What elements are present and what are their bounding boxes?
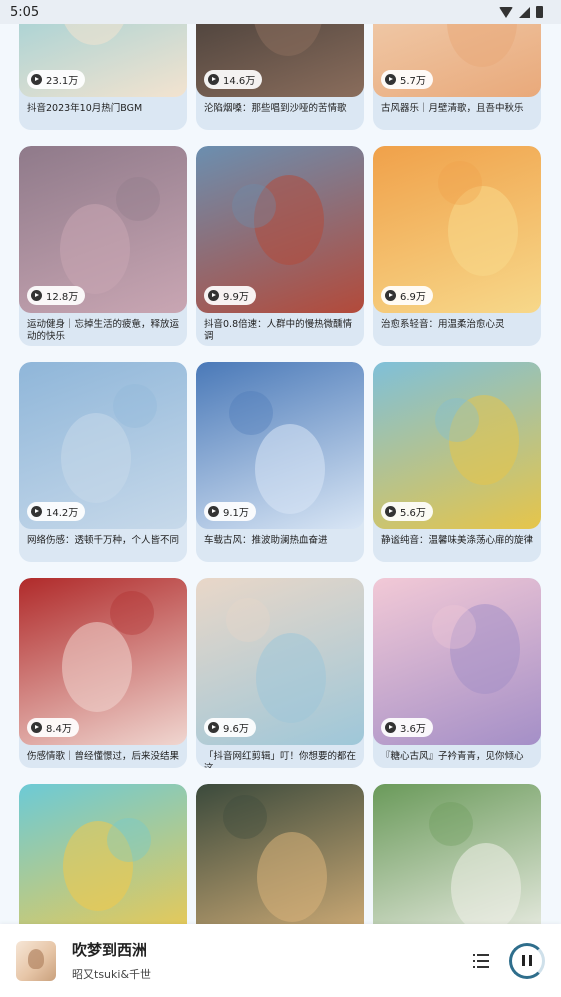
track-info[interactable]: 吹梦到西洲 昭又tsuki&千世: [72, 939, 473, 982]
playlist-grid: 23.1万抖音2023年10月热门BGM 14.6万沦陷烟嗓：那些唱到沙哑的苦情歌…: [19, 0, 542, 997]
pause-icon: [522, 955, 525, 966]
play-count-badge: 8.4万: [27, 718, 79, 737]
play-count: 9.9万: [223, 292, 249, 303]
play-count: 9.1万: [223, 508, 249, 519]
playlist-title: 『糖心古风』子衿青青，见你倾心: [381, 751, 524, 762]
battery-icon: [536, 6, 543, 18]
play-count: 5.7万: [400, 76, 426, 87]
playlist-title: 「抖音网红剪辑」叮！你想要的都在这: [204, 751, 357, 768]
playlist-title: 抖音2023年10月热门BGM: [27, 103, 143, 114]
playlist-title: 静谧纯音：温馨味美涤荡心扉的旋律: [381, 535, 534, 546]
playlist-card[interactable]: 9.9万抖音0.8倍速：人群中的慢热微醺情调: [196, 146, 364, 346]
play-icon: [208, 74, 219, 85]
play-icon: [208, 290, 219, 301]
play-icon: [385, 74, 396, 85]
playlist-title: 沦陷烟嗓：那些唱到沙哑的苦情歌: [204, 103, 347, 114]
playlist-title: 抖音0.8倍速：人群中的慢热微醺情调: [204, 319, 353, 342]
playlist-card[interactable]: 9.6万「抖音网红剪辑」叮！你想要的都在这: [196, 578, 364, 768]
playlist-title: 伤感情歌｜曾经懂憬过，后来没结果: [27, 751, 180, 762]
play-count-badge: 9.9万: [204, 286, 256, 305]
wifi-icon: [499, 6, 513, 18]
play-count-badge: 12.8万: [27, 286, 86, 305]
pause-button[interactable]: [509, 942, 545, 979]
play-count: 6.9万: [400, 292, 426, 303]
play-count: 12.8万: [46, 292, 79, 303]
playlist-cover-image[interactable]: 3.6万: [373, 578, 541, 745]
play-count: 14.2万: [46, 508, 79, 519]
play-icon: [31, 722, 42, 733]
mini-player[interactable]: 吹梦到西洲 昭又tsuki&千世: [0, 924, 561, 997]
playlist-title: 网络伤感：透顿千万种，个人皆不同: [27, 535, 180, 546]
playlist-card[interactable]: 9.1万车载古风：推波助澜热血奋进: [196, 362, 364, 562]
playlist-cover-image[interactable]: 9.6万: [196, 578, 364, 745]
playlist-cover-image[interactable]: 14.2万: [19, 362, 187, 529]
playlist-cover-image[interactable]: 9.9万: [196, 146, 364, 313]
playlist-cover-image[interactable]: 6.9万: [373, 146, 541, 313]
play-count-badge: 3.6万: [381, 718, 433, 737]
play-icon: [385, 290, 396, 301]
play-count: 8.4万: [46, 724, 72, 735]
play-count-badge: 14.6万: [204, 70, 263, 89]
play-count-badge: 5.6万: [381, 502, 433, 521]
play-count: 3.6万: [400, 724, 426, 735]
queue-list-icon[interactable]: [473, 952, 495, 970]
playlist-cover-image[interactable]: 12.8万: [19, 146, 187, 313]
playlist-title: 古风器乐｜月壁清歌，且吾中秋乐: [381, 103, 524, 114]
play-icon: [31, 74, 42, 85]
play-icon: [208, 506, 219, 517]
status-time: 5:05: [10, 4, 40, 20]
play-count: 9.6万: [223, 724, 249, 735]
play-count-badge: 6.9万: [381, 286, 433, 305]
track-artist: 昭又tsuki&千世: [72, 968, 152, 981]
play-count-badge: 9.6万: [204, 718, 256, 737]
playlist-card[interactable]: 14.2万网络伤感：透顿千万种，个人皆不同: [19, 362, 187, 562]
play-icon: [31, 506, 42, 517]
status-bar: 5:05: [0, 0, 561, 24]
track-title: 吹梦到西洲: [72, 941, 148, 959]
playlist-cover-image[interactable]: 5.6万: [373, 362, 541, 529]
playlist-card[interactable]: 12.8万运动健身｜忘掉生活的疲惫，释放运动的快乐: [19, 146, 187, 346]
play-count-badge: 23.1万: [27, 70, 86, 89]
playlist-title: 运动健身｜忘掉生活的疲惫，释放运动的快乐: [27, 319, 180, 342]
playlist-card[interactable]: 5.6万静谧纯音：温馨味美涤荡心扉的旋律: [373, 362, 541, 562]
play-count-badge: 9.1万: [204, 502, 256, 521]
playlist-cover-image[interactable]: 8.4万: [19, 578, 187, 745]
signal-icon: [519, 6, 530, 18]
playlist-title: 治愈系轻音：用温柔治愈心灵: [381, 319, 505, 330]
playlist-card[interactable]: 3.6万『糖心古风』子衿青青，见你倾心: [373, 578, 541, 768]
play-count-badge: 5.7万: [381, 70, 433, 89]
album-art[interactable]: [16, 940, 56, 981]
play-icon: [208, 722, 219, 733]
play-count-badge: 14.2万: [27, 502, 86, 521]
playlist-card[interactable]: 6.9万治愈系轻音：用温柔治愈心灵: [373, 146, 541, 346]
playlist-cover-image[interactable]: 9.1万: [196, 362, 364, 529]
status-icons: [499, 6, 543, 18]
play-icon: [31, 290, 42, 301]
playlist-card[interactable]: 8.4万伤感情歌｜曾经懂憬过，后来没结果: [19, 578, 187, 768]
play-count: 23.1万: [46, 76, 79, 87]
play-count: 14.6万: [223, 76, 256, 87]
playlist-title: 车载古风：推波助澜热血奋进: [204, 535, 328, 546]
play-icon: [385, 506, 396, 517]
play-icon: [385, 722, 396, 733]
play-count: 5.6万: [400, 508, 426, 519]
